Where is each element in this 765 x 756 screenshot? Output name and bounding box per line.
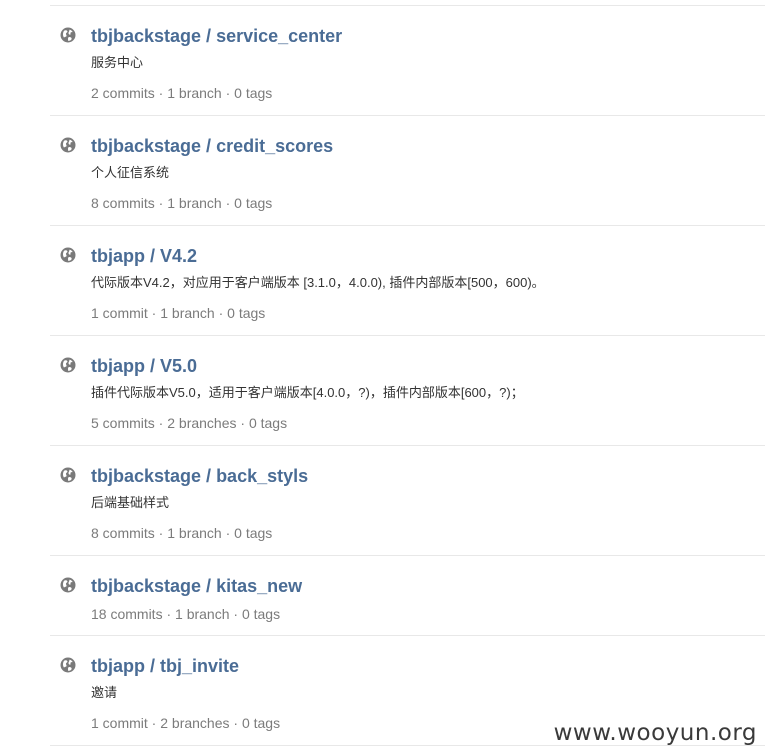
repo-description: 代际版本V4.2，对应用于客户端版本 [3.1.0，4.0.0), 插件内部版本… xyxy=(91,275,545,290)
repo-title-link[interactable]: tbjbackstage / back_styls xyxy=(91,465,308,487)
repo-separator: / xyxy=(150,246,156,266)
globe-icon xyxy=(60,247,76,263)
repo-item: tbjbackstage / credit_scores 个人征信系统 8 comm… xyxy=(50,116,765,226)
repo-meta: 18 commits · 1 branch · 0 tags xyxy=(91,606,281,622)
watermark-text: www.wooyun.org xyxy=(553,720,757,746)
repo-description: 邀请 xyxy=(91,685,118,700)
repo-name: V5.0 xyxy=(160,356,198,376)
repo-title-link[interactable]: tbjapp / V5.0 xyxy=(91,355,197,377)
repo-separator: / xyxy=(150,356,156,376)
repo-description: 服务中心 xyxy=(91,55,144,70)
repo-separator: / xyxy=(150,656,156,676)
repo-item: tbjapp / V4.2 代际版本V4.2，对应用于客户端版本 [3.1.0，4.… xyxy=(50,226,765,336)
repo-meta: 8 commits · 1 branch · 0 tags xyxy=(91,525,273,541)
repo-separator: / xyxy=(206,576,212,596)
repo-description: 插件代际版本V5.0，适用于客户端版本[4.0.0，?)，插件内部版本[600，… xyxy=(91,385,524,400)
globe-icon xyxy=(60,577,76,593)
repo-separator: / xyxy=(206,466,212,486)
repo-meta: 8 commits · 1 branch · 0 tags xyxy=(91,195,273,211)
globe-icon xyxy=(60,467,76,483)
repo-owner: tbjbackstage xyxy=(91,136,202,156)
repo-owner: tbjbackstage xyxy=(91,466,202,486)
globe-icon xyxy=(60,137,76,153)
repo-name: service_center xyxy=(216,26,343,46)
repo-owner: tbjbackstage xyxy=(91,576,202,596)
repo-name: tbj_invite xyxy=(160,656,240,676)
repo-title-link[interactable]: tbjapp / V4.2 xyxy=(91,245,197,267)
repo-owner: tbjapp xyxy=(91,356,145,376)
repo-meta: 2 commits · 1 branch · 0 tags xyxy=(91,85,273,101)
repo-item: tbjbackstage / kitas_new 18 commits · 1 br… xyxy=(50,556,765,636)
repo-name: V4.2 xyxy=(160,246,198,266)
repo-title-link[interactable]: tbjbackstage / credit_scores xyxy=(91,135,333,157)
repo-name: kitas_new xyxy=(216,576,303,596)
repository-list: tbjbackstage / service_center 服务中心 2 commi… xyxy=(50,0,765,746)
repo-meta: 5 commits · 2 branches · 0 tags xyxy=(91,415,288,431)
repo-owner: tbjapp xyxy=(91,246,145,266)
repo-meta: 1 commit · 1 branch · 0 tags xyxy=(91,305,266,321)
repo-name: back_styls xyxy=(216,466,309,486)
repo-separator: / xyxy=(206,136,212,156)
repo-item: tbjbackstage / back_styls 后端基础样式 8 commits… xyxy=(50,446,765,556)
repo-name: credit_scores xyxy=(216,136,334,156)
repo-owner: tbjbackstage xyxy=(91,26,202,46)
repo-title-link[interactable]: tbjapp / tbj_invite xyxy=(91,655,239,677)
repo-item: tbjbackstage / service_center 服务中心 2 commi… xyxy=(50,6,765,116)
repo-owner: tbjapp xyxy=(91,656,145,676)
repo-title-link[interactable]: tbjbackstage / kitas_new xyxy=(91,575,302,597)
repo-title-link[interactable]: tbjbackstage / service_center xyxy=(91,25,342,47)
globe-icon xyxy=(60,657,76,673)
repo-item: tbjapp / V5.0 插件代际版本V5.0，适用于客户端版本[4.0.0，?)… xyxy=(50,336,765,446)
globe-icon xyxy=(60,357,76,373)
repo-separator: / xyxy=(206,26,212,46)
repo-description: 个人征信系统 xyxy=(91,165,170,180)
repo-description: 后端基础样式 xyxy=(91,495,170,510)
globe-icon xyxy=(60,27,76,43)
